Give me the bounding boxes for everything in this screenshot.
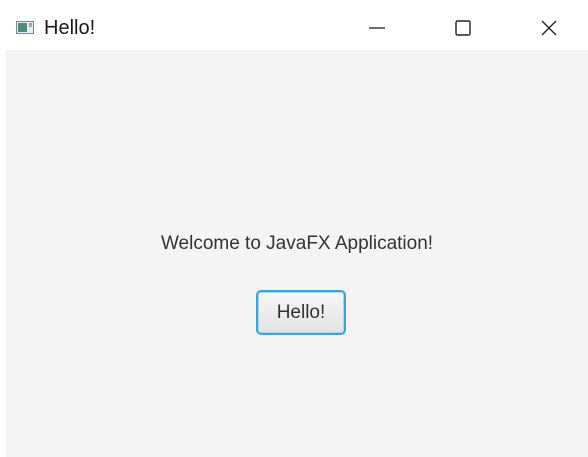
main-content: Welcome to JavaFX Application! Hello! <box>6 50 588 457</box>
close-button[interactable] <box>526 6 572 50</box>
close-icon <box>541 20 557 36</box>
minimize-button[interactable] <box>354 6 400 50</box>
welcome-label: Welcome to JavaFX Application! <box>160 233 434 254</box>
hello-button[interactable]: Hello! <box>256 290 346 335</box>
app-window: Hello! Welcome to JavaFX Application! He… <box>6 6 588 457</box>
window-title: Hello! <box>44 17 96 39</box>
java-app-icon <box>16 21 34 34</box>
maximize-button[interactable] <box>440 6 486 50</box>
title-bar[interactable]: Hello! <box>6 6 588 50</box>
maximize-icon <box>455 20 471 36</box>
minimize-icon <box>369 27 385 29</box>
